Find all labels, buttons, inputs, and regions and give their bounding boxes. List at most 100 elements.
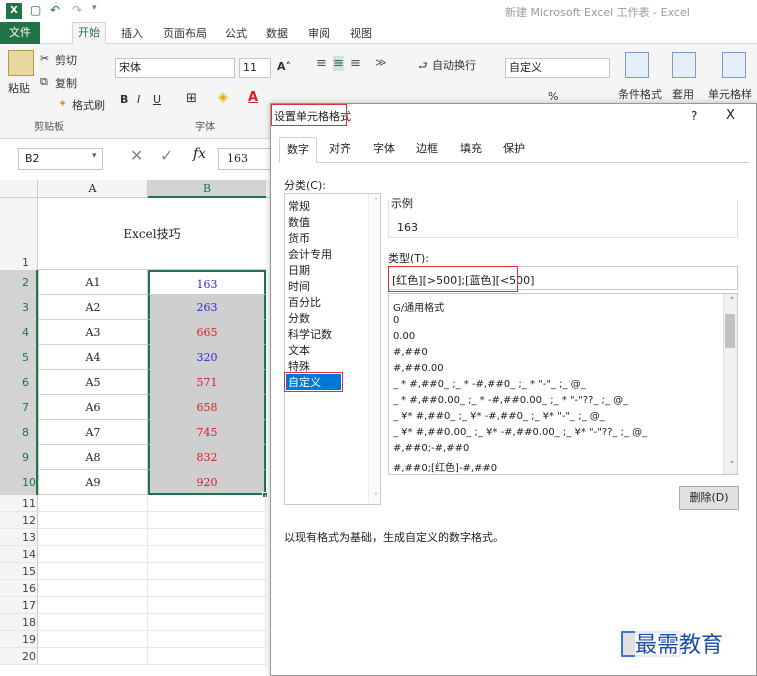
tab-insert[interactable]: 插入 <box>121 25 143 41</box>
enter-icon[interactable]: ✓ <box>160 146 173 165</box>
cell-styles-button[interactable]: 单元格样 <box>708 86 752 102</box>
cell-a[interactable] <box>38 648 148 665</box>
format-code-list[interactable]: ˄ ˅ G/通用格式 0 0.00 #,##0 #,##0.00 _ * #,##0_ ;… <box>388 293 738 475</box>
cell-a[interactable] <box>38 546 148 563</box>
cell-a[interactable] <box>38 597 148 614</box>
row-header[interactable]: 16 <box>0 580 38 597</box>
wrap-text-icon[interactable]: ⮐ <box>418 57 428 76</box>
tab-formulas[interactable]: 公式 <box>225 25 247 41</box>
table-format-button[interactable]: 套用 <box>672 86 694 102</box>
cell-b[interactable] <box>148 614 266 631</box>
category-scrollbar[interactable] <box>368 194 380 504</box>
format-code-item[interactable]: G/通用格式 <box>393 299 444 314</box>
title-cell[interactable]: Excel技巧 <box>38 198 266 270</box>
format-painter-icon[interactable]: ✦ <box>58 97 67 110</box>
cell-a[interactable] <box>38 631 148 648</box>
row-header[interactable]: 7 <box>0 395 38 420</box>
format-code-item[interactable]: 0 <box>393 315 399 326</box>
scroll-up-icon[interactable]: ˄ <box>374 197 378 206</box>
help-button[interactable]: ? <box>691 109 697 123</box>
format-painter-button[interactable]: 格式刷 <box>72 97 105 113</box>
format-code-item[interactable]: _ * #,##0.00_ ;_ * -#,##0.00_ ;_ * "-"??… <box>393 395 628 406</box>
row-header[interactable]: 15 <box>0 563 38 580</box>
format-code-item[interactable]: _ ¥* #,##0_ ;_ ¥* -#,##0_ ;_ ¥* "-"_ ;_ … <box>393 411 605 422</box>
insert-function-icon[interactable]: fx <box>193 146 206 162</box>
row-header[interactable]: 3 <box>0 295 38 320</box>
close-button[interactable]: X <box>726 108 735 123</box>
name-box[interactable]: B2 <box>18 148 103 170</box>
row-header[interactable]: 14 <box>0 546 38 563</box>
cell-a[interactable]: A4 <box>38 345 148 370</box>
table-format-icon[interactable] <box>672 52 696 78</box>
font-name-select[interactable]: 宋体 <box>115 58 235 78</box>
cell-a[interactable]: A7 <box>38 420 148 445</box>
cell-a[interactable]: A6 <box>38 395 148 420</box>
cell-a[interactable] <box>38 495 148 512</box>
conditional-format-icon[interactable] <box>625 52 649 78</box>
category-item[interactable]: 分数 <box>288 310 310 326</box>
tab-number[interactable]: 数字 <box>279 137 317 163</box>
tab-protection[interactable]: 保护 <box>496 137 532 163</box>
delete-button[interactable]: 删除(D) <box>679 486 739 510</box>
cell-a[interactable] <box>38 580 148 597</box>
cell-b[interactable]: 658 <box>148 395 266 420</box>
copy-button[interactable]: 复制 <box>55 75 77 91</box>
category-item[interactable]: 时间 <box>288 278 310 294</box>
cell-b[interactable]: 263 <box>148 295 266 320</box>
row-header[interactable]: 10 <box>0 470 38 495</box>
category-item[interactable]: 数值 <box>288 214 310 230</box>
tab-fill[interactable]: 填充 <box>453 137 489 163</box>
formula-input[interactable]: 163 <box>218 148 270 170</box>
tab-home[interactable]: 开始 <box>72 22 106 44</box>
format-code-item[interactable]: _ * #,##0_ ;_ * -#,##0_ ;_ * "-"_ ;_ @_ <box>393 379 586 390</box>
cell-a[interactable] <box>38 563 148 580</box>
copy-icon[interactable]: ⧉ <box>40 75 48 89</box>
column-header-b[interactable]: B <box>148 180 266 198</box>
bold-button[interactable]: B <box>120 93 128 106</box>
row-header[interactable]: 9 <box>0 445 38 470</box>
cell-a[interactable] <box>38 614 148 631</box>
row-header[interactable]: 1 <box>0 198 38 270</box>
select-all-corner[interactable] <box>0 180 38 198</box>
font-color-icon[interactable]: A <box>248 90 258 105</box>
cell-b[interactable] <box>148 512 266 529</box>
underline-button[interactable]: U <box>153 93 161 106</box>
undo-icon[interactable]: ↶ <box>50 3 60 17</box>
cancel-icon[interactable]: ✕ <box>130 146 143 165</box>
align-bottom-icon[interactable]: ≡ <box>350 56 361 71</box>
category-item[interactable]: 常规 <box>288 198 310 214</box>
grow-font-icon[interactable]: A˄ <box>277 60 291 73</box>
customize-qat-icon[interactable]: ▾ <box>92 3 97 13</box>
fill-color-icon[interactable]: ◈ <box>218 90 228 105</box>
cell-a[interactable] <box>38 512 148 529</box>
tab-page-layout[interactable]: 页面布局 <box>163 25 207 41</box>
row-header[interactable]: 18 <box>0 614 38 631</box>
row-header[interactable]: 19 <box>0 631 38 648</box>
row-header[interactable]: 4 <box>0 320 38 345</box>
row-header[interactable]: 13 <box>0 529 38 546</box>
cell-b[interactable] <box>148 495 266 512</box>
format-scroll-thumb[interactable] <box>725 314 735 348</box>
conditional-format-button[interactable]: 条件格式 <box>618 86 662 102</box>
cell-b[interactable] <box>148 631 266 648</box>
category-item[interactable]: 文本 <box>288 342 310 358</box>
format-code-item[interactable]: 0.00 <box>393 331 415 342</box>
tab-alignment[interactable]: 对齐 <box>322 137 358 163</box>
cell-a[interactable]: A2 <box>38 295 148 320</box>
align-middle-icon[interactable]: ≡ <box>333 56 344 71</box>
tab-view[interactable]: 视图 <box>350 25 372 41</box>
cell-a[interactable]: A3 <box>38 320 148 345</box>
cell-styles-icon[interactable] <box>722 52 746 78</box>
percent-button[interactable]: % <box>548 90 558 103</box>
cell-b[interactable] <box>148 563 266 580</box>
column-header-a[interactable]: A <box>38 180 148 198</box>
row-header[interactable]: 5 <box>0 345 38 370</box>
cell-b[interactable] <box>148 529 266 546</box>
name-box-dropdown-icon[interactable]: ▾ <box>92 151 97 161</box>
category-item[interactable]: 特殊 <box>288 358 310 374</box>
cell-b[interactable]: 163 <box>148 270 266 295</box>
row-header[interactable]: 20 <box>0 648 38 665</box>
cell-b[interactable]: 665 <box>148 320 266 345</box>
cell-a[interactable]: A8 <box>38 445 148 470</box>
cell-a[interactable]: A1 <box>38 270 148 295</box>
